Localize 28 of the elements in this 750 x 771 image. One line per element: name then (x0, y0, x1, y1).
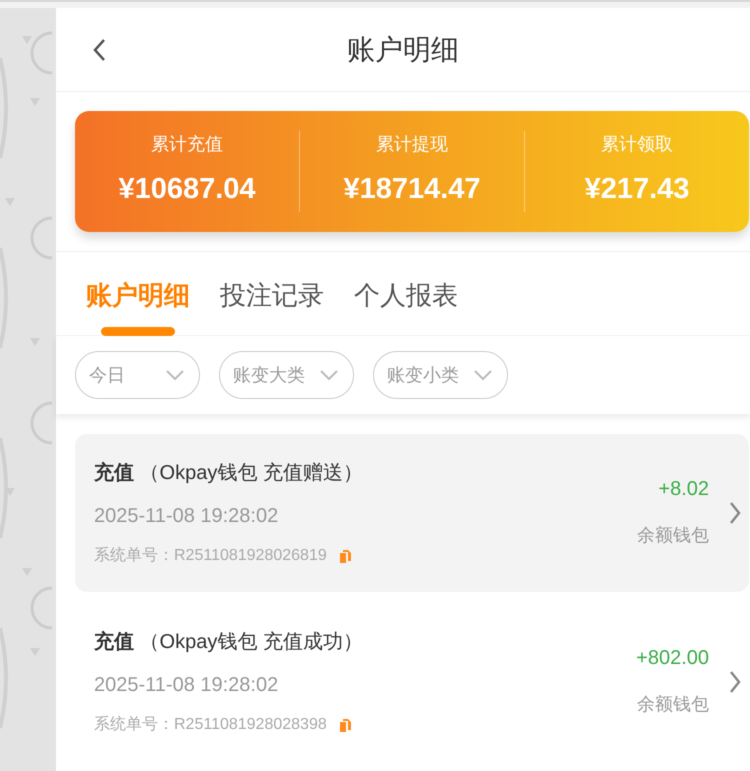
record-time: 2025-11-08 19:28:02 (94, 673, 280, 698)
order-number: 系统单号：R2511081928028398 (94, 714, 327, 735)
tab[interactable]: 投注记录 (220, 276, 324, 336)
page-title: 账户明细 (347, 32, 459, 66)
copy-icon[interactable] (338, 718, 352, 732)
summary-label: 累计充值 (151, 133, 223, 156)
summary-amount: ¥10687.04 (118, 172, 256, 208)
tab[interactable]: 个人报表 (354, 276, 458, 336)
wallet-label: 余额钱包 (637, 524, 709, 546)
record-amount: +802.00 (636, 646, 709, 670)
summary-label: 累计提现 (376, 133, 448, 156)
record-time: 2025-11-08 19:28:02 (94, 504, 280, 529)
wallet-label: 余额钱包 (637, 692, 709, 716)
order-number: 系统单号：R2511081928026819 (94, 546, 327, 566)
chevron-right-icon (729, 670, 741, 694)
chevron-down-icon (319, 370, 339, 380)
summary-amount: ¥217.43 (584, 172, 690, 208)
summary-amount: ¥18714.47 (343, 172, 481, 208)
record-title: 充值 （Okpay钱包 充值成功） (94, 630, 364, 655)
summary-label: 累计领取 (601, 133, 673, 156)
back-icon[interactable] (92, 38, 106, 62)
record-row[interactable]: 充值 （Okpay钱包 充值赠送） 2025-11-08 19:28:02 系统单号：R2511081928026819 +8.02 余额钱包 (75, 434, 749, 592)
chevron-right-icon (729, 501, 741, 525)
record-amount: +8.02 (658, 476, 709, 502)
copy-icon[interactable] (338, 548, 352, 564)
record-title: 充值 （Okpay钱包 充值赠送） (94, 460, 364, 486)
chevron-down-icon (473, 370, 493, 380)
chevron-down-icon (165, 370, 185, 380)
